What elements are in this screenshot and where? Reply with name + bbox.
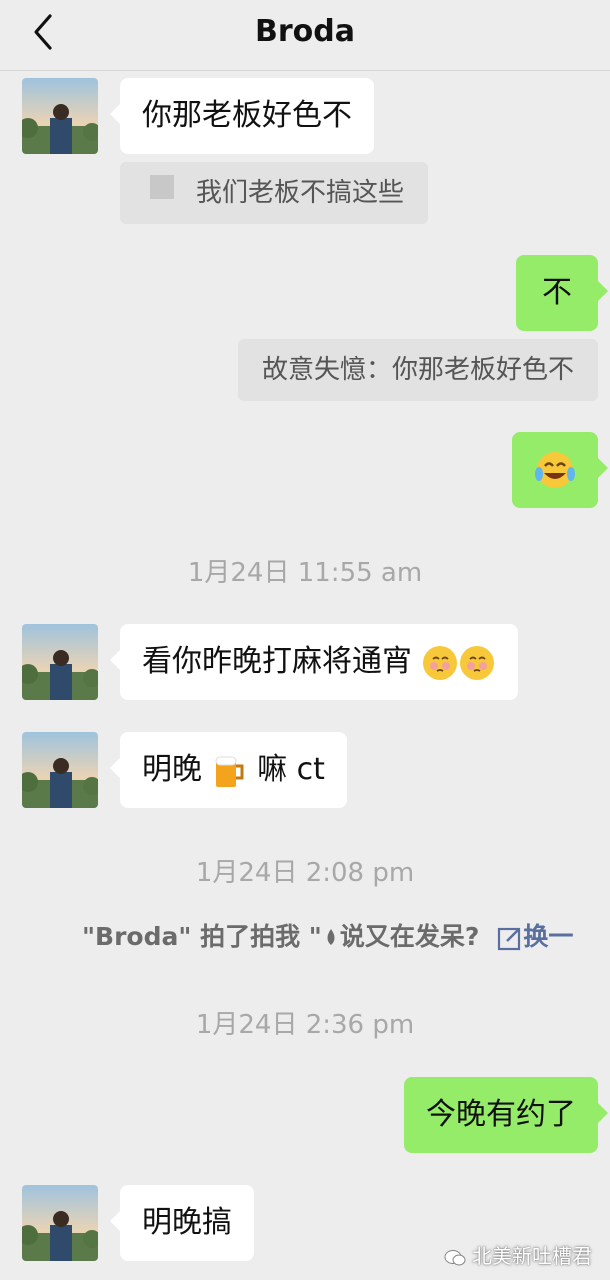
image-thumbnail-icon [150, 174, 174, 199]
received-message[interactable]: 明晚 嘛 ct [110, 732, 347, 808]
avatar[interactable] [22, 1185, 98, 1261]
edit-icon [498, 927, 521, 951]
avatar-image [22, 732, 98, 808]
pat-notification: "Broda" 拍了拍我 " 说又在发呆? 换一 [82, 920, 573, 954]
timestamp: 1月24日 11:55 am [187, 558, 423, 588]
timestamp: 1月24日 2:08 pm [195, 858, 415, 888]
watermark-text: 北美新吐槽君 [472, 1244, 592, 1268]
quote-text: 我们老板不搞这些 [196, 178, 405, 208]
change-pat-link[interactable]: 换一 [497, 922, 573, 951]
chat-header: Broda [0, 0, 610, 71]
tears-of-joy-emoji-icon [535, 452, 575, 488]
avatar-image [22, 624, 98, 700]
quoted-reply[interactable]: 我们老板不搞这些 [120, 162, 429, 224]
message-text: 明晚 [142, 752, 202, 787]
pat-rest-text: 说又在发呆? [339, 922, 480, 951]
watermark: 北美新吐槽君 [444, 1240, 592, 1269]
received-message[interactable]: 你那老板好色不 [110, 78, 374, 154]
chat-title: Broda [255, 14, 355, 49]
change-pat-label: 换一 [523, 922, 574, 951]
timestamp: 1月24日 2:36 pm [195, 1010, 415, 1040]
message-text: 不 [542, 275, 572, 310]
avatar[interactable] [22, 732, 98, 808]
message-text: 看你昨晚打麻将通宵 [142, 644, 412, 679]
message-text: 你那老板好色不 [142, 98, 352, 133]
sweat-emoji-icon [327, 929, 335, 945]
wechat-icon [444, 1249, 466, 1265]
received-message[interactable]: 看你昨晚打麻将通宵 [110, 624, 518, 700]
message-text: 嘛 ct [257, 752, 325, 787]
pat-text: "Broda" 拍了拍我 " [82, 922, 322, 951]
avatar[interactable] [22, 78, 98, 154]
avatar-image [22, 78, 98, 154]
sent-message[interactable]: 今晚有约了 [404, 1077, 608, 1153]
quote-text: 故意失憶：你那老板好色不 [261, 355, 574, 385]
message-text: 今晚有约了 [426, 1097, 576, 1132]
sent-message[interactable]: 不 [516, 255, 608, 331]
pleading-face-emoji-icon [422, 645, 494, 680]
avatar[interactable] [22, 624, 98, 700]
beer-mug-emoji-icon [215, 756, 244, 787]
avatar-image [22, 1185, 98, 1261]
message-text: 明晚搞 [142, 1205, 232, 1240]
quoted-reply[interactable]: 故意失憶：你那老板好色不 [237, 339, 598, 401]
sent-emoji-message[interactable] [512, 432, 608, 508]
received-message[interactable]: 明晚搞 [110, 1185, 254, 1261]
